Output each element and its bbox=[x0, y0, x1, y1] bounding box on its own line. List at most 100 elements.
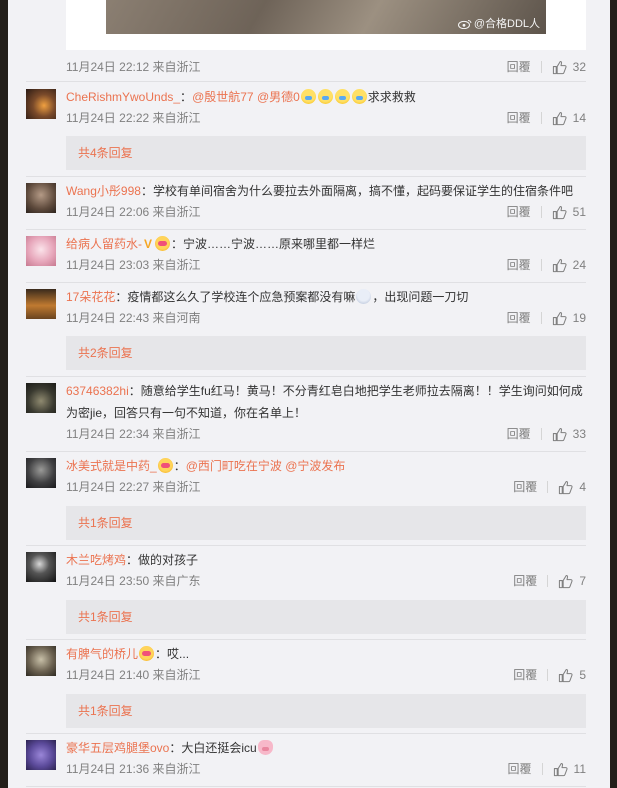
mention-link[interactable]: @男德0 bbox=[257, 90, 300, 104]
view-replies-link[interactable]: 共4条回复 bbox=[78, 146, 133, 160]
like-count: 4 bbox=[579, 480, 586, 494]
separator: ： bbox=[115, 290, 128, 304]
avatar[interactable] bbox=[26, 552, 56, 582]
avatar[interactable] bbox=[26, 646, 56, 676]
heart-eyes-emoji-icon bbox=[155, 236, 171, 251]
thumbs-up-icon[interactable] bbox=[558, 480, 573, 495]
divider bbox=[540, 312, 542, 324]
username-link[interactable]: 木兰吃烤鸡 bbox=[66, 553, 126, 567]
comment-text: CheRishmYwoUnds_：@殷世航77 @男德0 求求救救 bbox=[66, 86, 586, 108]
heart-eyes-emoji-icon bbox=[157, 458, 173, 473]
reply-button[interactable]: 回覆 bbox=[507, 426, 531, 442]
divider bbox=[547, 481, 549, 493]
separator: ： bbox=[155, 647, 168, 661]
thumbs-up-icon[interactable] bbox=[558, 574, 573, 589]
comment-text: 17朵花花：疫情都这么久了学校连个应急预案都没有嘛 ，出现问题一刀切 bbox=[66, 286, 586, 308]
view-replies-link[interactable]: 共2条回复 bbox=[78, 346, 133, 360]
like-count: 7 bbox=[579, 574, 586, 588]
reply-button[interactable]: 回覆 bbox=[513, 573, 537, 589]
comment-item: Wang小彤998：学校有单间宿舍为什么要拉去外面隔离，搞不懂，起码要保证学生的… bbox=[26, 180, 586, 224]
avatar[interactable] bbox=[26, 89, 56, 119]
comment-item: 17朵花花：疫情都这么久了学校连个应急预案都没有嘛 ，出现问题一刀切 11月24日… bbox=[26, 286, 586, 330]
divider bbox=[26, 176, 586, 177]
divider bbox=[26, 733, 586, 734]
mention-link[interactable]: @西门町吃在宁波 bbox=[186, 459, 282, 473]
heart-eyes-emoji-icon bbox=[139, 646, 155, 661]
thumbs-up-icon[interactable] bbox=[552, 60, 567, 75]
comment-item: 木兰吃烤鸡：做的对孩子 11月24日 23:50 来自广东 回覆 7 bbox=[26, 549, 586, 593]
avatar[interactable] bbox=[26, 289, 56, 319]
post-image[interactable]: @合格DDL人 bbox=[106, 0, 546, 34]
comment-meta: 11月24日 22:06 来自浙江 回覆 51 bbox=[66, 204, 586, 220]
comment-text: 给病人留药水- V ：宁波……宁波……原来哪里都一样烂 bbox=[66, 233, 586, 255]
username-link[interactable]: Wang小彤998 bbox=[66, 184, 141, 198]
comment-meta: 11月24日 23:03 来自浙江 回覆 24 bbox=[66, 257, 586, 273]
reply-button[interactable]: 回覆 bbox=[507, 257, 531, 273]
comment-meta: 11月24日 22:43 来自河南 回覆 19 bbox=[66, 310, 586, 326]
separator: ： bbox=[126, 553, 139, 567]
reply-button[interactable]: 回覆 bbox=[513, 479, 537, 495]
username-link[interactable]: 给病人留药水- bbox=[66, 237, 142, 251]
thumbs-up-icon[interactable] bbox=[552, 258, 567, 273]
thumbs-up-icon[interactable] bbox=[552, 311, 567, 326]
divider bbox=[547, 575, 549, 587]
thumbs-up-icon[interactable] bbox=[552, 427, 567, 442]
username-link[interactable]: 63746382hi bbox=[66, 384, 129, 398]
username-link[interactable]: 17朵花花 bbox=[66, 290, 115, 304]
avatar[interactable] bbox=[26, 740, 56, 770]
weibo-logo-icon bbox=[457, 20, 472, 30]
reply-button[interactable]: 回覆 bbox=[507, 110, 531, 126]
comment-body: 随意给学生fu红马！黄马！不分青红皂白地把学生老师拉去隔离！！学生询问如何成为密… bbox=[66, 384, 583, 420]
comment-time: 11月24日 21:36 来自浙江 bbox=[66, 762, 201, 776]
mention-link[interactable]: @殷世航77 bbox=[192, 90, 254, 104]
thumbs-up-icon[interactable] bbox=[552, 111, 567, 126]
separator: ： bbox=[173, 459, 186, 473]
username-link[interactable]: 冰美式就是中药_ bbox=[66, 459, 157, 473]
divider bbox=[540, 428, 542, 440]
view-replies-link[interactable]: 共1条回复 bbox=[78, 610, 133, 624]
like-count: 11 bbox=[573, 762, 586, 776]
comment-body: 疫情都这么久了学校连个应急预案都没有嘛 bbox=[127, 290, 356, 304]
like-count: 5 bbox=[579, 668, 586, 682]
comment-meta: 11月24日 22:34 来自浙江 回覆 33 bbox=[66, 426, 586, 442]
avatar[interactable] bbox=[26, 183, 56, 213]
reply-button[interactable]: 回覆 bbox=[507, 59, 531, 75]
crying-emoji-icon bbox=[334, 89, 350, 104]
thumbs-up-icon[interactable] bbox=[553, 762, 568, 777]
sub-replies-bar: 共1条回复 bbox=[66, 600, 586, 634]
comment-body: 大白还挺会icu bbox=[181, 741, 257, 755]
view-replies-link[interactable]: 共1条回复 bbox=[78, 516, 133, 530]
sub-replies-bar: 共1条回复 bbox=[66, 694, 586, 728]
thumbs-up-icon[interactable] bbox=[558, 668, 573, 683]
divider bbox=[26, 786, 586, 787]
username-link[interactable]: 豪华五层鸡腿堡ovo bbox=[66, 741, 169, 755]
avatar[interactable] bbox=[26, 383, 56, 413]
username-link[interactable]: 有脾气的桥儿 bbox=[66, 647, 138, 661]
comment-text: 木兰吃烤鸡：做的对孩子 bbox=[66, 549, 586, 571]
reply-button[interactable]: 回覆 bbox=[508, 761, 532, 777]
divider bbox=[541, 763, 543, 775]
like-count: 14 bbox=[572, 111, 586, 125]
reply-button[interactable]: 回覆 bbox=[513, 667, 537, 683]
divider bbox=[26, 545, 586, 546]
divider bbox=[540, 259, 542, 271]
divider bbox=[540, 61, 542, 73]
mention-link[interactable]: @宁波发布 bbox=[285, 459, 345, 473]
avatar[interactable] bbox=[26, 458, 56, 488]
comment-text: 豪华五层鸡腿堡ovo：大白还挺会icu bbox=[66, 737, 586, 759]
comment-text: 冰美式就是中药_ ：@西门町吃在宁波 @宁波发布 bbox=[66, 455, 586, 477]
comment-time: 11月24日 22:22 来自浙江 bbox=[66, 111, 201, 125]
crying-emoji-icon bbox=[317, 89, 333, 104]
reply-button[interactable]: 回覆 bbox=[507, 204, 531, 220]
reply-button[interactable]: 回覆 bbox=[507, 310, 531, 326]
image-card: @合格DDL人 bbox=[66, 0, 586, 50]
separator: ： bbox=[140, 184, 153, 198]
crying-emoji-icon bbox=[300, 89, 316, 104]
avatar[interactable] bbox=[26, 236, 56, 266]
thumbs-up-icon[interactable] bbox=[552, 205, 567, 220]
comment-meta: 11月24日 22:12 来自浙江 回覆 32 bbox=[66, 59, 586, 75]
username-link[interactable]: CheRishmYwoUnds_ bbox=[66, 90, 180, 104]
sub-replies-bar: 共1条回复 bbox=[66, 506, 586, 540]
divider bbox=[540, 112, 542, 124]
view-replies-link[interactable]: 共1条回复 bbox=[78, 704, 133, 718]
